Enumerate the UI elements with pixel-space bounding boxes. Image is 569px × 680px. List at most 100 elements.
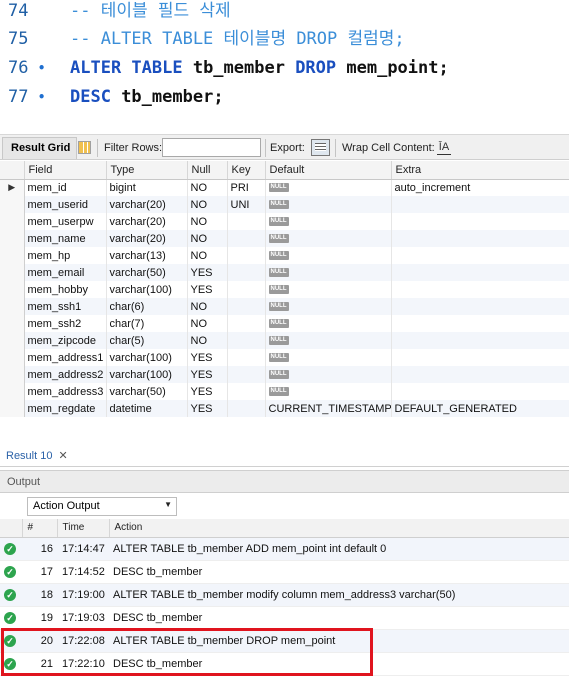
cell-extra[interactable] xyxy=(391,315,569,332)
time-column-header[interactable]: Time xyxy=(57,519,110,538)
cell-default[interactable]: CURRENT_TIMESTAMP xyxy=(265,400,392,417)
code-line[interactable]: 77 • DESC tb_member; xyxy=(0,83,569,112)
table-row[interactable]: mem_zipcode char(5) NO NULL xyxy=(0,332,569,349)
row-selector[interactable] xyxy=(0,332,25,349)
table-row[interactable]: mem_ssh2 char(7) NO NULL xyxy=(0,315,569,332)
column-header-field[interactable]: Field xyxy=(24,161,107,180)
table-row[interactable]: mem_userpw varchar(20) NO NULL xyxy=(0,213,569,230)
column-header-type[interactable]: Type xyxy=(106,161,188,180)
cell-default[interactable]: NULL xyxy=(265,281,392,298)
cell-field[interactable]: mem_address3 xyxy=(24,383,107,400)
cell-key[interactable]: UNI xyxy=(227,196,266,213)
column-header-extra[interactable]: Extra xyxy=(391,161,569,180)
column-header-key[interactable]: Key xyxy=(227,161,266,180)
cell-default[interactable]: NULL xyxy=(265,179,392,196)
cell-default[interactable]: NULL xyxy=(265,366,392,383)
row-selector[interactable] xyxy=(0,366,25,383)
cell-type[interactable]: varchar(20) xyxy=(106,213,188,230)
cell-type[interactable]: bigint xyxy=(106,179,188,196)
cell-field[interactable]: mem_userid xyxy=(24,196,107,213)
cell-null[interactable]: NO xyxy=(187,332,228,349)
cell-null[interactable]: NO xyxy=(187,196,228,213)
cell-extra[interactable] xyxy=(391,264,569,281)
output-row[interactable]: ✓ 19 17:19:03 DESC tb_member xyxy=(0,606,569,630)
cell-extra[interactable] xyxy=(391,247,569,264)
cell-null[interactable]: NO xyxy=(187,298,228,315)
row-selector[interactable] xyxy=(0,281,25,298)
cell-extra[interactable] xyxy=(391,383,569,400)
cell-default[interactable]: NULL xyxy=(265,349,392,366)
row-selector[interactable] xyxy=(0,349,25,366)
cell-field[interactable]: mem_name xyxy=(24,230,107,247)
cell-default[interactable]: NULL xyxy=(265,213,392,230)
filter-rows-input[interactable] xyxy=(162,138,261,157)
table-row[interactable]: mem_hp varchar(13) NO NULL xyxy=(0,247,569,264)
cell-null[interactable]: YES xyxy=(187,383,228,400)
table-row[interactable]: mem_email varchar(50) YES NULL xyxy=(0,264,569,281)
cell-key[interactable] xyxy=(227,332,266,349)
row-selector[interactable]: ▶ xyxy=(0,179,25,196)
cell-key[interactable] xyxy=(227,349,266,366)
number-column-header[interactable]: # xyxy=(22,519,58,538)
row-selector[interactable] xyxy=(0,196,25,213)
cell-key[interactable] xyxy=(227,213,266,230)
cell-default[interactable]: NULL xyxy=(265,315,392,332)
cell-type[interactable]: char(5) xyxy=(106,332,188,349)
cell-field[interactable]: mem_email xyxy=(24,264,107,281)
cell-default[interactable]: NULL xyxy=(265,383,392,400)
cell-extra[interactable] xyxy=(391,349,569,366)
row-selector[interactable] xyxy=(0,383,25,400)
cell-type[interactable]: varchar(20) xyxy=(106,196,188,213)
output-type-select[interactable]: Action Output ▼ xyxy=(27,497,177,516)
wrap-cell-icon[interactable]: ĪA xyxy=(437,139,451,155)
table-row[interactable]: mem_name varchar(20) NO NULL xyxy=(0,230,569,247)
row-selector[interactable] xyxy=(0,247,25,264)
table-row[interactable]: mem_hobby varchar(100) YES NULL xyxy=(0,281,569,298)
cell-extra[interactable] xyxy=(391,196,569,213)
cell-key[interactable] xyxy=(227,230,266,247)
cell-default[interactable]: NULL xyxy=(265,264,392,281)
cell-null[interactable]: NO xyxy=(187,230,228,247)
cell-null[interactable]: YES xyxy=(187,281,228,298)
cell-field[interactable]: mem_hobby xyxy=(24,281,107,298)
cell-extra[interactable]: DEFAULT_GENERATED xyxy=(391,400,569,417)
cell-extra[interactable] xyxy=(391,298,569,315)
cell-null[interactable]: NO xyxy=(187,315,228,332)
cell-default[interactable]: NULL xyxy=(265,298,392,315)
cell-null[interactable]: YES xyxy=(187,349,228,366)
cell-field[interactable]: mem_id xyxy=(24,179,107,196)
cell-key[interactable] xyxy=(227,400,266,417)
cell-default[interactable]: NULL xyxy=(265,247,392,264)
row-selector[interactable] xyxy=(0,400,25,417)
cell-field[interactable]: mem_ssh1 xyxy=(24,298,107,315)
cell-default[interactable]: NULL xyxy=(265,332,392,349)
cell-extra[interactable] xyxy=(391,230,569,247)
cell-field[interactable]: mem_ssh2 xyxy=(24,315,107,332)
grid-view-icon[interactable] xyxy=(78,141,91,154)
cell-key[interactable] xyxy=(227,281,266,298)
cell-type[interactable]: varchar(50) xyxy=(106,264,188,281)
output-row[interactable]: ✓ 18 17:19:00 ALTER TABLE tb_member modify … xyxy=(0,583,569,607)
cell-null[interactable]: NO xyxy=(187,247,228,264)
cell-type[interactable]: char(6) xyxy=(106,298,188,315)
cell-field[interactable]: mem_userpw xyxy=(24,213,107,230)
code-line[interactable]: 74 -- 테이블 필드 삭제 xyxy=(0,0,569,26)
cell-key[interactable] xyxy=(227,366,266,383)
code-line[interactable]: 75 -- ALTER TABLE 테이블명 DROP 컬럼명; xyxy=(0,25,569,54)
table-row[interactable]: mem_regdate datetime YES CURRENT_TIMESTAMP D… xyxy=(0,400,569,417)
cell-null[interactable]: YES xyxy=(187,264,228,281)
code-line[interactable]: 76 • ALTER TABLE tb_member DROP mem_point; xyxy=(0,54,569,83)
cell-type[interactable]: varchar(20) xyxy=(106,230,188,247)
cell-key[interactable] xyxy=(227,383,266,400)
row-selector[interactable] xyxy=(0,213,25,230)
cell-null[interactable]: YES xyxy=(187,400,228,417)
cell-type[interactable]: datetime xyxy=(106,400,188,417)
cell-null[interactable]: YES xyxy=(187,366,228,383)
cell-key[interactable] xyxy=(227,315,266,332)
cell-field[interactable]: mem_address1 xyxy=(24,349,107,366)
cell-default[interactable]: NULL xyxy=(265,230,392,247)
cell-field[interactable]: mem_address2 xyxy=(24,366,107,383)
tab-result-10[interactable]: Result 10 ✕ xyxy=(0,443,72,467)
cell-default[interactable]: NULL xyxy=(265,196,392,213)
column-header-default[interactable]: Default xyxy=(265,161,392,180)
